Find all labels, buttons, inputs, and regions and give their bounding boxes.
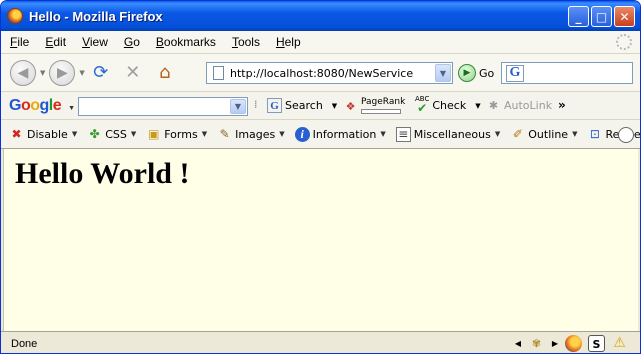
status-bar: Done ◀ ✾ ▶ S ⚠ — [1, 331, 640, 353]
window-title: Hello - Mozilla Firefox — [29, 8, 163, 24]
dev-disable-menu[interactable]: ✖ Disable ▼ — [1, 127, 82, 142]
title-bar[interactable]: Hello - Mozilla Firefox _ □ ✕ — [1, 1, 640, 31]
web-developer-toolbar: ✖ Disable ▼ ✤ CSS ▼ ▣ Forms ▼ ✎ Images ▼ i I… — [1, 119, 640, 149]
menu-file[interactable]: File — [1, 35, 36, 49]
check-mark-icon: ✔ — [417, 101, 428, 115]
menu-bar: File Edit View Go Bookmarks Tools Help — [1, 31, 640, 53]
google-search-input[interactable]: ▼ — [78, 97, 248, 116]
information-icon: i — [294, 126, 310, 142]
page-icon — [213, 66, 224, 80]
stop-button[interactable]: ✕ — [121, 61, 145, 85]
browser-window: Hello - Mozilla Firefox _ □ ✕ File Edit … — [0, 0, 641, 354]
images-icon: ✎ — [219, 126, 230, 141]
minimize-button[interactable]: _ — [568, 6, 589, 27]
menu-edit[interactable]: Edit — [36, 35, 73, 49]
search-engine-icon[interactable]: G — [506, 64, 524, 82]
popup-blocker-icon: ❖ — [345, 99, 356, 113]
autolink-wand-icon: ✱ — [488, 99, 499, 112]
google-search-dropdown-icon[interactable]: ▼ — [230, 99, 246, 114]
pagerank-indicator[interactable]: ❖ PageRank — [343, 98, 405, 114]
dev-miscellaneous-menu[interactable]: ≡ Miscellaneous ▼ — [391, 126, 506, 142]
toolbar-separator-icon: ⁞ — [254, 98, 258, 111]
scroll-right-icon[interactable]: ▶ — [551, 335, 559, 352]
url-dropdown-icon[interactable]: ▼ — [435, 64, 451, 82]
search-box[interactable]: G — [501, 62, 633, 84]
go-arrow-icon: ▶ — [458, 64, 476, 82]
miscellaneous-icon: ≡ — [395, 126, 411, 142]
window-controls: _ □ ✕ — [568, 6, 635, 27]
search-dropdown-icon[interactable]: ▼ — [332, 102, 337, 110]
menu-help[interactable]: Help — [267, 35, 308, 49]
throbber-icon — [616, 34, 632, 50]
back-dropdown-icon[interactable]: ▼ — [40, 69, 45, 77]
page-heading: Hello World ! — [15, 157, 190, 190]
forms-icon: ▣ — [148, 126, 160, 141]
url-text: http://localhost:8080/NewService — [230, 66, 414, 80]
dev-information-menu[interactable]: i Information ▼ — [290, 126, 391, 142]
google-search-button[interactable]: G Search ▼ — [267, 98, 337, 113]
go-button[interactable]: ▶ Go — [458, 64, 494, 82]
maximize-button[interactable]: □ — [591, 6, 612, 27]
back-button[interactable]: ◀ — [10, 59, 36, 86]
clock-icon[interactable] — [618, 127, 634, 143]
dev-forms-menu[interactable]: ▣ Forms ▼ — [141, 127, 212, 142]
status-icons: ◀ ✾ ▶ S ⚠ — [514, 335, 628, 352]
google-logo[interactable]: Google ▼ — [9, 97, 75, 115]
autolink-button[interactable]: ✱ AutoLink — [486, 98, 552, 113]
page-content: Hello World ! — [3, 149, 638, 331]
warning-icon[interactable]: ⚠ — [611, 335, 628, 352]
navigation-toolbar: ◀ ▼ ▶ ▼ ⟳ ✕ ⌂ http://localhost:8080/NewS… — [1, 53, 640, 91]
status-text: Done — [11, 337, 38, 350]
pagerank-bar — [361, 109, 401, 114]
close-button[interactable]: ✕ — [614, 6, 635, 27]
dev-images-menu[interactable]: ✎ Images ▼ — [212, 127, 290, 142]
resize-icon: ⊡ — [589, 126, 600, 141]
home-button[interactable]: ⌂ — [153, 61, 177, 85]
disable-icon: ✖ — [11, 126, 22, 141]
css-icon: ✤ — [89, 126, 100, 141]
forward-dropdown-icon[interactable]: ▼ — [79, 69, 84, 77]
scroll-left-icon[interactable]: ◀ — [514, 335, 522, 352]
forward-button[interactable]: ▶ — [49, 59, 76, 86]
menu-tools[interactable]: Tools — [223, 35, 267, 49]
firefox-status-icon[interactable] — [565, 335, 582, 352]
dev-outline-menu[interactable]: ✐ Outline ▼ — [505, 127, 582, 142]
google-toolbar: Google ▼ ▼ ⁞ G Search ▼ ❖ PageRank ABC ✔… — [1, 91, 640, 119]
menu-view[interactable]: View — [73, 35, 115, 49]
skype-s-icon[interactable]: S — [588, 335, 605, 352]
dev-css-menu[interactable]: ✤ CSS ▼ — [82, 127, 141, 142]
menu-go[interactable]: Go — [115, 35, 147, 49]
reload-button[interactable]: ⟳ — [89, 61, 113, 85]
outline-icon: ✐ — [512, 126, 523, 141]
google-menu-dropdown-icon[interactable]: ▼ — [68, 105, 75, 112]
spell-check-button[interactable]: ABC ✔ Check ▼ — [415, 95, 481, 115]
go-label: Go — [479, 66, 495, 80]
toolbar-overflow-button[interactable]: » — [558, 98, 566, 112]
google-g-icon: G — [267, 98, 282, 113]
bookmark-status-icon[interactable]: ✾ — [528, 335, 545, 352]
firefox-icon — [7, 8, 23, 24]
menu-bookmarks[interactable]: Bookmarks — [147, 35, 223, 49]
address-bar[interactable]: http://localhost:8080/NewService ▼ — [206, 62, 453, 84]
check-dropdown-icon[interactable]: ▼ — [475, 102, 480, 110]
